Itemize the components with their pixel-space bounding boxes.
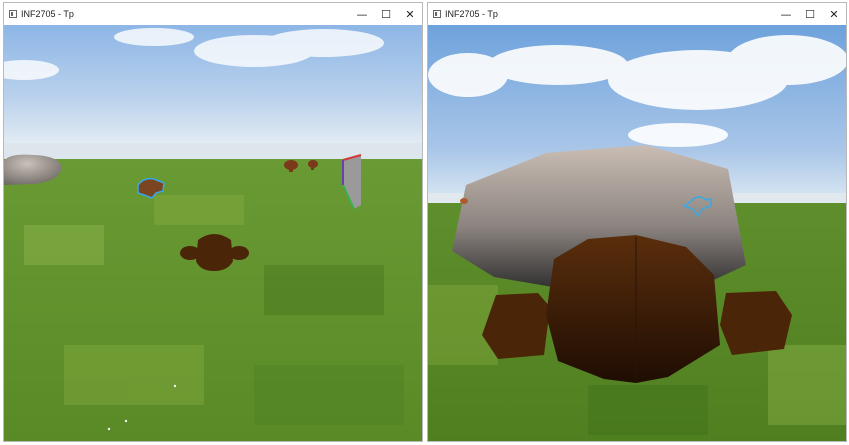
minimize-button[interactable]: — <box>774 3 798 25</box>
window-title: INF2705 - Tp <box>445 9 498 19</box>
maximize-button[interactable]: ☐ <box>374 3 398 25</box>
right-window: INF2705 - Tp — ☐ ✕ <box>427 2 847 442</box>
title-bar[interactable]: INF2705 - Tp — ☐ ✕ <box>4 3 422 25</box>
title-bar[interactable]: INF2705 - Tp — ☐ ✕ <box>428 3 846 25</box>
app-icon <box>9 10 17 18</box>
close-button[interactable]: ✕ <box>822 3 846 25</box>
minimize-button[interactable]: — <box>350 3 374 25</box>
scene-canvas[interactable] <box>4 25 422 441</box>
window-title: INF2705 - Tp <box>21 9 74 19</box>
app-icon <box>433 10 441 18</box>
scene-canvas[interactable] <box>428 25 846 441</box>
left-window: INF2705 - Tp — ☐ ✕ <box>3 2 423 442</box>
distant-monkey-head <box>460 198 468 204</box>
close-button[interactable]: ✕ <box>398 3 422 25</box>
maximize-button[interactable]: ☐ <box>798 3 822 25</box>
render-viewport[interactable] <box>4 25 422 441</box>
render-viewport[interactable] <box>428 25 846 441</box>
